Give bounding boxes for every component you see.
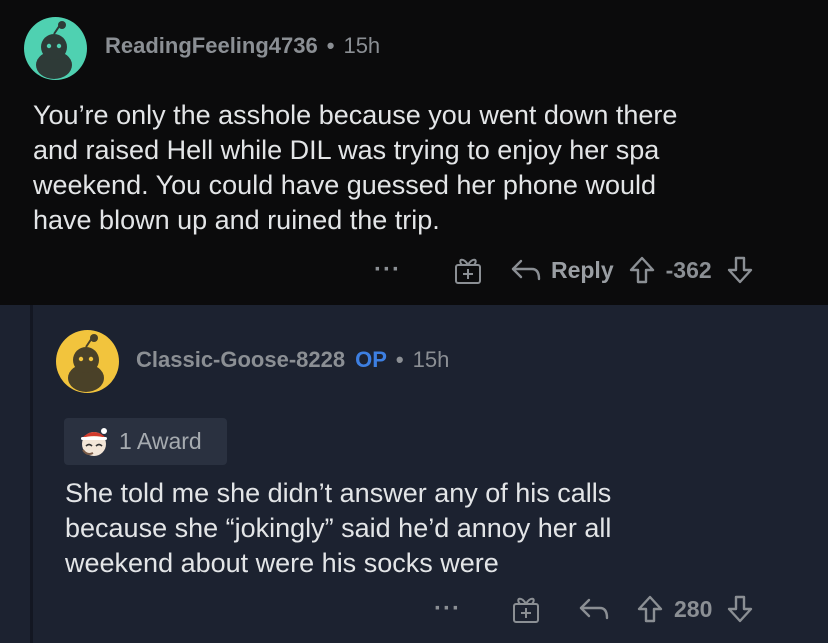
comment-body: You’re only the asshole because you went… — [33, 98, 677, 238]
downvote-icon[interactable] — [726, 255, 754, 285]
downvote-icon[interactable] — [726, 594, 754, 624]
reply-arrow-icon[interactable] — [510, 257, 542, 283]
reply-button[interactable]: Reply — [551, 257, 614, 284]
username[interactable]: Classic-Goose-8228 — [136, 347, 345, 373]
body-line: You’re only the asshole because you went… — [33, 100, 678, 130]
separator-dot: • — [395, 347, 404, 372]
upvote-icon[interactable] — [628, 255, 656, 285]
body-line: She told me she didn’t answer any of his… — [65, 478, 612, 508]
body-line: and raised Hell while DIL was trying to … — [33, 135, 660, 165]
more-options-button[interactable]: ··· — [434, 595, 461, 623]
timestamp: 15h — [343, 33, 381, 58]
body-line: have blown up and ruined the trip. — [33, 205, 440, 235]
comment-body: She told me she didn’t answer any of his… — [65, 476, 611, 581]
gift-award-icon[interactable] — [511, 594, 541, 624]
user-avatar[interactable] — [24, 17, 87, 80]
vote-score: -362 — [665, 256, 712, 283]
body-line: weekend about were his socks were — [65, 548, 499, 578]
thread-line[interactable] — [30, 305, 33, 643]
body-line: weekend. You could have guessed her phon… — [33, 170, 656, 200]
award-label: 1 Award — [119, 428, 202, 454]
timestamp: 15h — [412, 347, 450, 372]
award-icon — [77, 426, 111, 458]
op-badge: OP — [355, 347, 387, 372]
comment-2-reply: Classic-Goose-8228 OP • 15h 1 Award She … — [0, 305, 828, 643]
username[interactable]: ReadingFeeling4736 — [105, 33, 318, 59]
user-avatar[interactable] — [56, 330, 119, 393]
vote-score: 280 — [673, 595, 713, 622]
separator-dot: • — [326, 33, 335, 58]
gift-award-icon[interactable] — [453, 255, 483, 285]
more-options-button[interactable]: ··· — [374, 256, 401, 284]
award-badge[interactable]: 1 Award — [64, 418, 227, 465]
reply-arrow-icon[interactable] — [578, 596, 610, 622]
upvote-icon[interactable] — [636, 594, 664, 624]
comment-1: ReadingFeeling4736 • 15h You’re only the… — [0, 0, 828, 305]
body-line: because she “jokingly” said he’d annoy h… — [65, 513, 612, 543]
